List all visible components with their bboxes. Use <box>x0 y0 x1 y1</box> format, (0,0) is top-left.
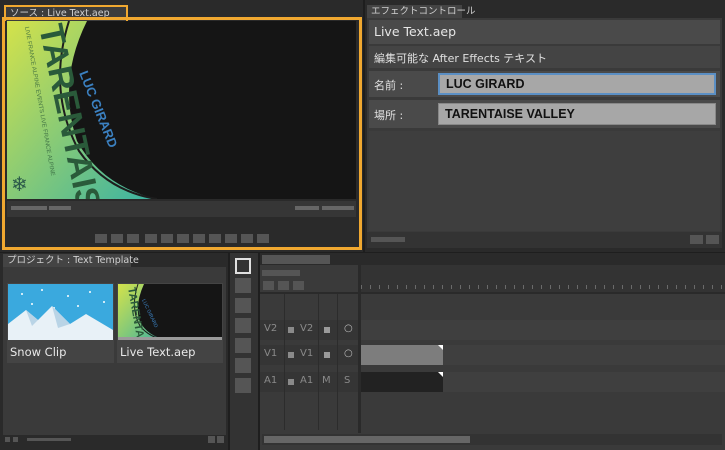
project-footer-button-1[interactable] <box>208 436 215 443</box>
transport-button-7[interactable] <box>193 234 205 243</box>
track-v2-target[interactable]: V2 <box>264 320 277 338</box>
effect-controls-body: Live Text.aep 編集可能な After Effects テキスト 名… <box>367 18 722 248</box>
project-zoom-slider[interactable] <box>27 438 71 441</box>
selection-tool-icon[interactable] <box>235 258 251 274</box>
track-v2-name: V2 <box>300 323 314 334</box>
field-row-location: 場所 : TARENTAISE VALLEY <box>369 100 720 128</box>
transport-button-3[interactable] <box>127 234 139 243</box>
track-v2-lock-icon[interactable] <box>288 327 294 333</box>
tool-button-6[interactable] <box>235 358 251 373</box>
track-v1-name: V1 <box>300 348 314 359</box>
track-v1-eye-icon[interactable]: ○ <box>344 345 353 363</box>
project-item-snow-clip[interactable]: Snow Clip <box>7 283 114 363</box>
track-v2-toggle-icon[interactable] <box>324 327 330 333</box>
project-list-view-button[interactable] <box>5 437 10 442</box>
tool-button-3[interactable] <box>235 298 251 313</box>
track-v1: V1 V1 ○ <box>260 345 725 365</box>
track-a1-target[interactable]: A1 <box>264 372 277 390</box>
snow-clip-thumbnail <box>8 284 113 340</box>
a1-clip[interactable] <box>361 372 443 392</box>
effect-footer-button-1[interactable] <box>690 235 703 244</box>
track-v2: V2 V2 ○ <box>260 320 725 340</box>
field-label-location: 場所 : <box>374 109 404 122</box>
timeline-scroll-thumb[interactable] <box>264 436 470 443</box>
timeline-header-divider <box>260 292 725 294</box>
transport-button-5[interactable] <box>161 234 173 243</box>
source-transport-controls <box>7 219 356 247</box>
effect-footer-button-2[interactable] <box>706 235 719 244</box>
project-panel-tab[interactable]: プロジェクト : Text Template <box>3 254 139 267</box>
effect-description: 編集可能な After Effects テキスト <box>369 46 720 68</box>
transport-button-4[interactable] <box>145 234 157 243</box>
transport-button-10[interactable] <box>241 234 253 243</box>
track-a1-lock-icon[interactable] <box>288 379 294 385</box>
timeline-link-button[interactable] <box>278 281 289 290</box>
effect-controls-tab[interactable]: エフェクトコントロール <box>367 5 476 18</box>
timeline-tab[interactable] <box>262 255 330 264</box>
effect-footer-bar <box>367 232 722 248</box>
track-a1-name: A1 <box>300 375 314 386</box>
project-item-label: Snow Clip <box>10 345 67 359</box>
project-footer-bar <box>3 433 226 447</box>
project-item-label: Live Text.aep <box>120 345 196 359</box>
location-field[interactable]: TARENTAISE VALLEY <box>438 103 716 125</box>
track-v2-lane[interactable] <box>361 320 725 340</box>
track-v1-toggle-icon[interactable] <box>324 352 330 358</box>
transport-button-9[interactable] <box>225 234 237 243</box>
track-divider-2 <box>318 294 319 430</box>
effect-footer-scroll[interactable] <box>371 237 405 242</box>
track-divider-3 <box>337 294 338 430</box>
effect-file-name: Live Text.aep <box>369 20 720 44</box>
effect-empty-area <box>369 131 720 231</box>
timeline-marker-button[interactable] <box>293 281 304 290</box>
track-a1-solo-button[interactable]: S <box>344 372 350 390</box>
source-video-viewer[interactable]: TARENTAISE LUC GIRARD LIVE FRANCE ALPINE… <box>7 21 356 199</box>
snowflake-icon: ❄ <box>11 172 28 196</box>
track-v1-lock-icon[interactable] <box>288 352 294 358</box>
name-field[interactable]: LUC GIRARD <box>438 73 716 95</box>
live-text-preview: TARENTAISE LUC GIRARD LIVE FRANCE ALPINE… <box>7 21 158 199</box>
track-a1-mute-button[interactable]: M <box>322 372 331 390</box>
tool-button-4[interactable] <box>235 318 251 333</box>
effect-file-name-text: Live Text.aep <box>374 24 457 39</box>
project-panel-body: Snow Clip TARENTAIS LUC GIRARD Live Text… <box>3 267 226 443</box>
field-label-name: 名前 : <box>374 79 404 92</box>
timeline-ruler[interactable] <box>361 265 725 292</box>
project-icon-view-button[interactable] <box>13 437 18 442</box>
live-text-thumbnail: TARENTAIS LUC GIRARD <box>118 284 222 340</box>
transport-button-1[interactable] <box>95 234 107 243</box>
field-row-name: 名前 : LUC GIRARD <box>369 71 720 97</box>
tool-button-5[interactable] <box>235 338 251 353</box>
project-item-live-text[interactable]: TARENTAIS LUC GIRARD Live Text.aep <box>117 283 223 363</box>
track-a1: A1 A1 M S <box>260 372 725 392</box>
timeline-timecode <box>262 270 300 276</box>
transport-button-2[interactable] <box>111 234 123 243</box>
timeline-snap-button[interactable] <box>263 281 274 290</box>
transport-button-6[interactable] <box>177 234 189 243</box>
effect-description-text: 編集可能な After Effects テキスト <box>374 52 547 65</box>
track-v1-target[interactable]: V1 <box>264 345 277 363</box>
timeline-scrollbar[interactable] <box>262 434 722 445</box>
v1-clip[interactable] <box>361 345 443 365</box>
tool-button-7[interactable] <box>235 378 251 393</box>
source-scrub-bar[interactable] <box>7 201 356 217</box>
tool-button-2[interactable] <box>235 278 251 293</box>
transport-button-8[interactable] <box>209 234 221 243</box>
track-divider-1 <box>284 294 285 430</box>
project-footer-button-2[interactable] <box>217 436 224 443</box>
track-v2-eye-icon[interactable]: ○ <box>344 320 353 338</box>
transport-button-11[interactable] <box>257 234 269 243</box>
